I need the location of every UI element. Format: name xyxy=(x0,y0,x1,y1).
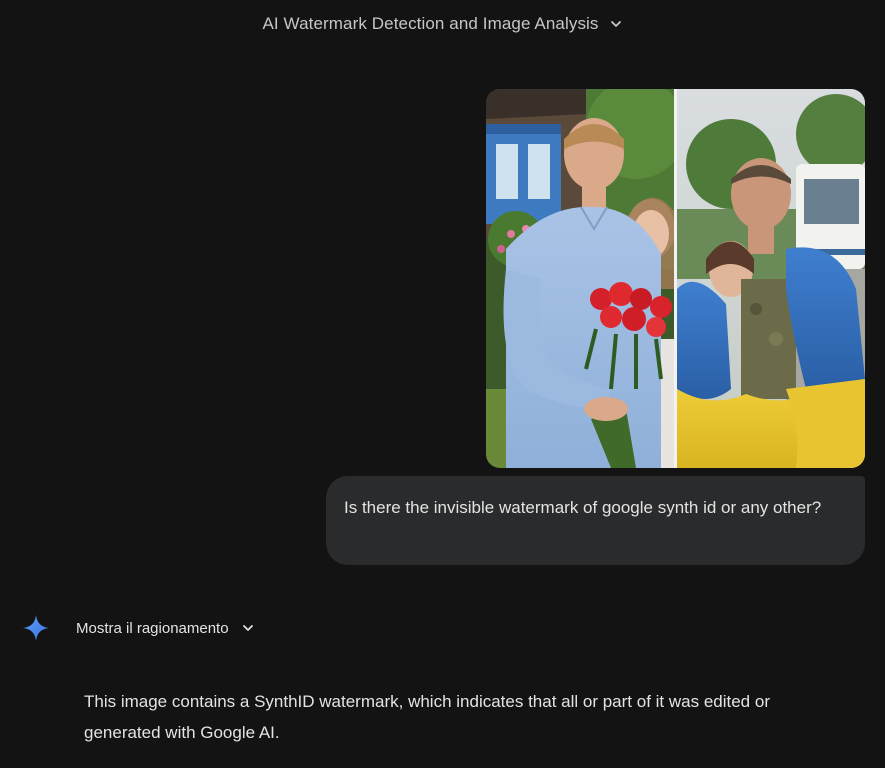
user-message-bubble: Is there the invisible watermark of goog… xyxy=(326,476,865,565)
uploaded-photo xyxy=(486,89,865,468)
conversation-title-button[interactable]: AI Watermark Detection and Image Analysi… xyxy=(254,10,630,38)
model-response-text: This image contains a SynthID watermark,… xyxy=(84,692,770,742)
conversation-title: AI Watermark Detection and Image Analysi… xyxy=(262,14,599,33)
gemini-spark-icon xyxy=(23,615,49,641)
chevron-down-icon xyxy=(610,21,621,27)
uploaded-image[interactable] xyxy=(486,89,865,468)
user-message-text: Is there the invisible watermark of goog… xyxy=(344,498,822,517)
show-reasoning-label: Mostra il ragionamento xyxy=(76,619,229,637)
chat-page: AI Watermark Detection and Image Analysi… xyxy=(0,0,885,768)
show-reasoning-toggle[interactable]: Mostra il ragionamento xyxy=(76,616,255,640)
chevron-down-icon xyxy=(242,625,253,631)
top-bar: AI Watermark Detection and Image Analysi… xyxy=(0,0,885,48)
